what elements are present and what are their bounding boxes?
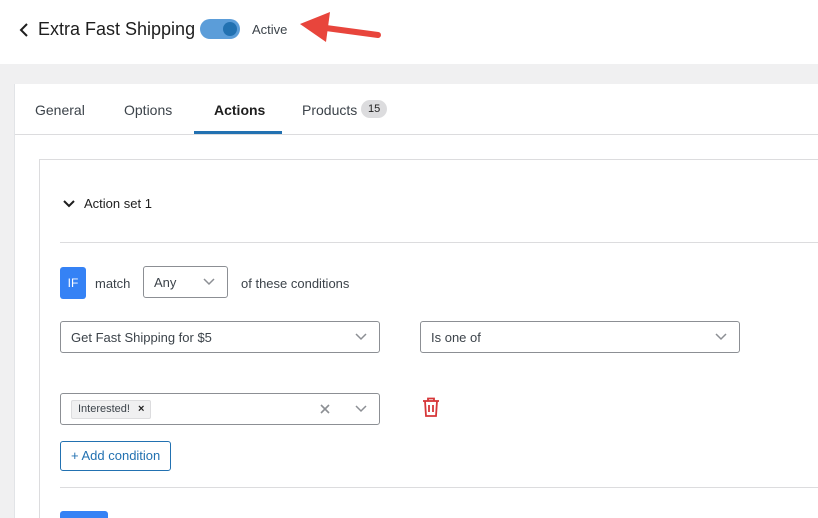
condition-operator-select[interactable]: Is one of — [420, 321, 740, 353]
active-toggle[interactable] — [200, 19, 240, 39]
divider — [60, 242, 818, 243]
tab-general[interactable]: General — [35, 84, 85, 134]
action-set-panel: Action set 1 IF match Any of these condi… — [39, 159, 818, 518]
active-tab-indicator — [194, 131, 282, 134]
conditions-label: of these conditions — [241, 276, 350, 291]
arrow-pointer-icon — [300, 12, 381, 42]
page-header: Extra Fast Shipping Active — [0, 0, 818, 64]
match-select[interactable]: Any — [143, 266, 228, 298]
value-tag-label: Interested! — [78, 403, 130, 415]
tab-bar: General Options Actions Products 15 — [15, 84, 818, 135]
toggle-knob — [223, 22, 237, 36]
tab-options[interactable]: Options — [124, 84, 172, 134]
value-tag: Interested! × — [71, 400, 152, 419]
chevron-down-icon — [203, 278, 215, 286]
tag-remove-button[interactable]: × — [138, 403, 144, 415]
tab-actions[interactable]: Actions — [214, 84, 265, 134]
if-badge: IF — [60, 267, 86, 299]
tab-products[interactable]: Products — [302, 84, 357, 134]
chevron-down-icon — [715, 333, 727, 341]
match-select-value: Any — [154, 275, 177, 290]
products-count-badge: 15 — [361, 100, 388, 118]
trash-icon[interactable] — [422, 397, 440, 417]
clear-icon[interactable] — [319, 403, 331, 415]
add-condition-button[interactable]: + Add condition — [60, 441, 172, 471]
back-chevron-icon[interactable] — [18, 22, 30, 38]
status-label: Active — [252, 22, 288, 37]
match-label: match — [95, 276, 131, 291]
next-block-badge — [60, 511, 108, 518]
divider — [60, 487, 818, 488]
page-title: Extra Fast Shipping — [38, 19, 196, 39]
condition-field-select[interactable]: Get Fast Shipping for $5 — [60, 321, 380, 353]
action-set-label: Action set 1 — [84, 196, 152, 211]
chevron-down-icon — [63, 200, 75, 208]
chevron-down-icon[interactable] — [355, 404, 367, 414]
condition-field-value: Get Fast Shipping for $5 — [71, 330, 212, 345]
condition-values-multiselect[interactable]: Interested! × — [60, 393, 380, 425]
settings-card: General Options Actions Products 15 Acti… — [14, 84, 818, 518]
condition-operator-value: Is one of — [431, 330, 481, 345]
chevron-down-icon — [355, 333, 367, 341]
